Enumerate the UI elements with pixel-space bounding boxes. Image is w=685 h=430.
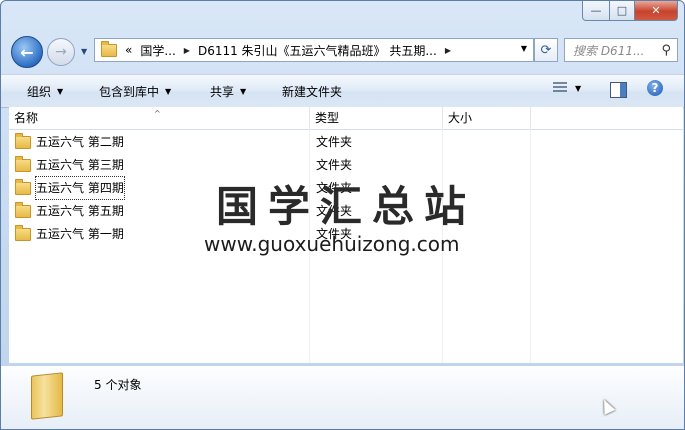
search-input[interactable]: 搜索 D611... ⚲ [564, 38, 678, 62]
caption-buttons: — □ ✕ [582, 1, 678, 21]
details-pane: 5 个对象 [1, 365, 684, 429]
watermark-url: www.guoxuehuizong.com [204, 232, 460, 256]
magnifier-icon: ⚲ [661, 42, 671, 58]
refresh-icon[interactable]: ⟳ [534, 38, 558, 62]
change-view-button[interactable]: ▼ [553, 82, 581, 94]
breadcrumb-overflow[interactable]: « [125, 43, 132, 57]
column-name[interactable]: 名称 ^ [9, 107, 310, 129]
column-size-label: 大小 [448, 111, 473, 125]
chevron-down-icon: ▼ [165, 87, 172, 96]
command-bar: 组织 ▼ 包含到库中 ▼ 共享 ▼ 新建文件夹 ▼ ? [1, 74, 684, 108]
maximize-button[interactable]: □ [610, 1, 635, 21]
folder-icon [101, 40, 117, 57]
new-folder-button[interactable]: 新建文件夹 [282, 83, 342, 100]
address-bar[interactable]: « 国学... ▶ D6111 朱引山《五运六气精品班》 共五期... ▶ ▼ [94, 38, 534, 62]
new-folder-label: 新建文件夹 [282, 85, 343, 99]
watermark-title: 国学汇总站 [216, 182, 477, 231]
folder-icon [15, 178, 31, 195]
item-name: 五运六气 第五期 [36, 204, 124, 218]
breadcrumb-item-current[interactable]: D6111 朱引山《五运六气精品班》 共五期... [198, 42, 437, 59]
column-size[interactable]: 大小 [443, 107, 531, 129]
item-name: 五运六气 第一期 [36, 227, 124, 241]
item-type: 文件夹 [316, 135, 353, 149]
item-name: 五运六气 第四期 [35, 176, 125, 200]
chevron-down-icon: ▼ [57, 87, 64, 96]
recent-pages-dropdown[interactable]: ▼ [81, 47, 87, 56]
item-count: 5 个对象 [94, 378, 142, 392]
column-header: 名称 ^ 类型 大小 [9, 107, 683, 130]
navigation-bar: ← → ▼ « 国学... ▶ D6111 朱引山《五运六气精品班》 共五期..… [1, 31, 684, 71]
list-item[interactable]: 五运六气 第二期 文件夹 [9, 131, 683, 153]
explorer-window: — □ ✕ ← → ▼ « 国学... ▶ D6111 朱引山《五运六气精品班》… [0, 0, 685, 430]
breadcrumb-separator-icon[interactable]: ▶ [445, 46, 451, 55]
preview-pane-icon[interactable] [610, 82, 627, 98]
forward-arrow-icon[interactable]: → [47, 38, 75, 66]
minimize-button[interactable]: — [582, 1, 610, 21]
share-button[interactable]: 共享 ▼ [210, 83, 246, 100]
folder-icon [31, 372, 63, 420]
folder-icon [15, 155, 31, 172]
address-dropdown-icon[interactable]: ▼ [521, 44, 527, 53]
folder-icon [15, 132, 31, 149]
back-arrow-icon[interactable]: ← [11, 36, 43, 68]
chevron-down-icon: ▼ [575, 83, 582, 93]
column-type-label: 类型 [315, 111, 340, 125]
chevron-down-icon: ▼ [240, 87, 247, 96]
column-name-label: 名称 [14, 111, 39, 125]
organize-label: 组织 [27, 85, 52, 99]
include-in-library-label: 包含到库中 [99, 85, 160, 99]
organize-button[interactable]: 组织 ▼ [27, 83, 63, 100]
folder-icon [15, 201, 31, 218]
sort-ascending-icon: ^ [154, 109, 161, 118]
column-type[interactable]: 类型 [310, 107, 443, 129]
breadcrumb-item-root[interactable]: 国学... [140, 42, 175, 59]
help-icon[interactable]: ? [647, 80, 663, 96]
close-button[interactable]: ✕ [635, 1, 678, 21]
breadcrumb-separator-icon[interactable]: ▶ [184, 46, 190, 55]
item-name: 五运六气 第三期 [36, 158, 124, 172]
search-placeholder: 搜索 D611... [573, 43, 645, 58]
folder-icon [15, 224, 31, 241]
share-label: 共享 [210, 85, 235, 99]
item-name: 五运六气 第二期 [36, 135, 124, 149]
include-in-library-button[interactable]: 包含到库中 ▼ [99, 83, 171, 100]
breadcrumb: « 国学... ▶ D6111 朱引山《五运六气精品班》 共五期... ▶ [125, 42, 459, 59]
details-view-icon [553, 82, 567, 94]
